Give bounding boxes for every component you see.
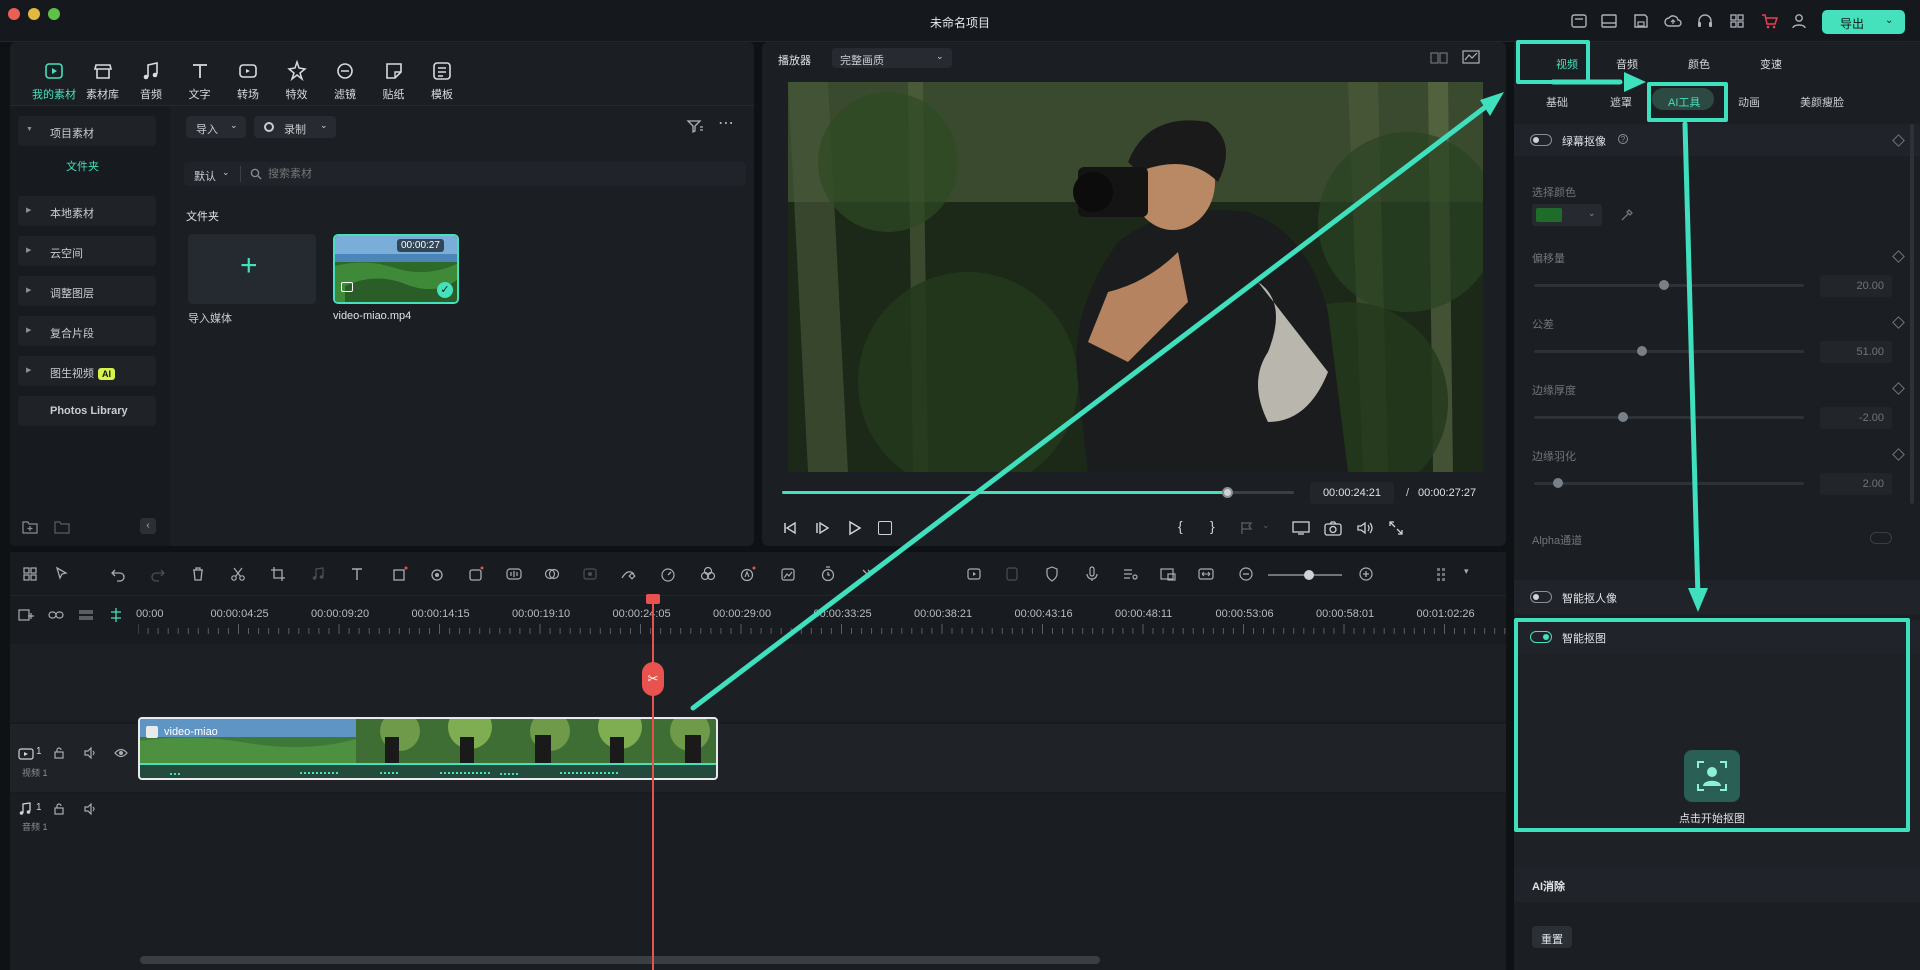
arrow-head [1688, 588, 1708, 612]
arrow-clip-to-video-tab [690, 99, 1495, 711]
arrow-head [1624, 72, 1646, 92]
arrow-head [1480, 92, 1504, 116]
arrow-ai-to-cutout [1682, 121, 1701, 601]
tutorial-arrows [690, 72, 1708, 711]
